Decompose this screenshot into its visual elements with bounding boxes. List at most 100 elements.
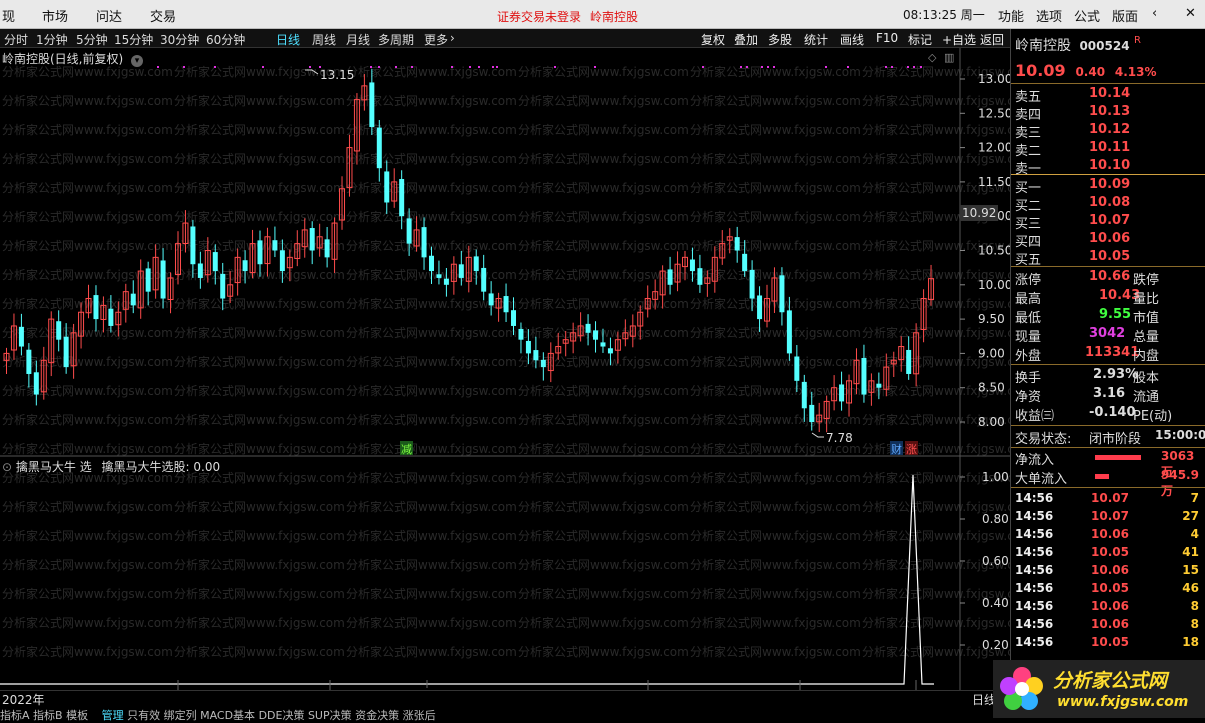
signal-dot xyxy=(773,66,775,68)
bid-row[interactable]: 买四 10.06 xyxy=(1015,231,1201,250)
ask-row[interactable]: 卖一 10.10 xyxy=(1015,158,1201,177)
period-60min[interactable]: 60分钟 xyxy=(206,31,245,48)
candle-body xyxy=(525,340,531,354)
bid-row[interactable]: 买五 10.05 xyxy=(1015,249,1201,268)
bid-row[interactable]: 买三 10.07 xyxy=(1015,213,1201,232)
stat-label: 涨停 xyxy=(1015,273,1042,288)
stat-label2: 量比 xyxy=(1133,292,1160,307)
tab-manage[interactable]: 管理 xyxy=(102,709,124,722)
signal-dot xyxy=(492,66,494,68)
stat-row[interactable]: 最低 9.55 市值 xyxy=(1015,307,1201,326)
chevron-right-icon[interactable]: › xyxy=(450,31,455,45)
tick-row: 14:56 10.06 8 xyxy=(1015,617,1201,635)
tick-p: 10.07 xyxy=(1091,491,1129,505)
ask-row[interactable]: 卖三 10.12 xyxy=(1015,122,1201,141)
bid-value: 10.09 xyxy=(1089,177,1131,192)
indicator-title[interactable]: 擒黑马大牛 选 xyxy=(16,460,92,474)
kline-chart[interactable]: 分析家公式网www.fxjgsw.com 分析家公式网www.fxjgsw.com… xyxy=(0,48,1010,690)
watermark-text: 分析家公式网www.fxjgsw.com xyxy=(690,644,861,659)
candle-body xyxy=(406,218,412,244)
menu-item-xian[interactable]: 现 xyxy=(2,6,15,25)
tab-template[interactable]: 模板 xyxy=(66,709,88,722)
menu-item-market[interactable]: 市场 xyxy=(42,6,68,25)
menu-layout[interactable]: 版面 xyxy=(1112,6,1138,25)
candle-body xyxy=(786,310,792,354)
indicator-tick: 1.00 xyxy=(982,470,1009,484)
tab-indicator-b[interactable]: 指标B xyxy=(33,709,63,722)
menu-item-wenda[interactable]: 问达 xyxy=(96,6,122,25)
watermark-text: 分析家公式网www.fxjgsw.com xyxy=(518,122,689,137)
tool-draw[interactable]: 画线 xyxy=(840,31,864,48)
logo-url: www.fxjgsw.com xyxy=(1057,694,1189,710)
stat-row[interactable]: 外盘 113341 内盘 xyxy=(1015,345,1201,364)
diamond-icon[interactable]: ◇ xyxy=(928,51,936,64)
tick-p: 10.05 xyxy=(1091,581,1129,595)
tick-row: 14:56 10.06 4 xyxy=(1015,527,1201,545)
menu-function[interactable]: 功能 xyxy=(998,6,1024,25)
period-fenshi[interactable]: 分时 xyxy=(4,31,28,48)
menu-item-trade[interactable]: 交易 xyxy=(150,6,176,25)
candle-body xyxy=(428,255,434,272)
tool-add-favorite[interactable]: +自选 xyxy=(942,31,976,48)
candle-body xyxy=(26,349,32,374)
tick-p: 10.06 xyxy=(1091,563,1129,577)
bid-row[interactable]: 买一 10.09 xyxy=(1015,177,1201,196)
stat-row[interactable]: 现量 3042 总量 xyxy=(1015,326,1201,345)
badge-jian: 减 xyxy=(401,443,412,456)
period-1min[interactable]: 1分钟 xyxy=(36,31,68,48)
ask-label: 卖二 xyxy=(1015,144,1042,159)
stat-row[interactable]: 涨停 10.66 跌停 xyxy=(1015,269,1201,288)
candle-body xyxy=(533,350,539,361)
tool-fuquan[interactable]: 复权 xyxy=(701,31,725,48)
tab-macd[interactable]: MACD基本 xyxy=(200,709,255,722)
watermark-text: 分析家公式网www.fxjgsw.com xyxy=(690,586,861,601)
menu-options[interactable]: 选项 xyxy=(1036,6,1062,25)
quote-price-row: 10.09 0.40 4.13% xyxy=(1015,61,1157,80)
stat2-row[interactable]: 换手 2.93% 股本 xyxy=(1015,367,1201,386)
tool-f10[interactable]: F10 xyxy=(876,31,898,45)
tab-valid-only[interactable]: 只有效 xyxy=(127,709,160,722)
tool-return[interactable]: 返回 xyxy=(980,31,1004,48)
period-monthly[interactable]: 月线 xyxy=(346,31,370,48)
net-inflow-bar xyxy=(1095,455,1141,460)
panel-icon[interactable]: ▥ xyxy=(944,51,954,64)
tool-overlay[interactable]: 叠加 xyxy=(734,31,758,48)
stat2-row[interactable]: 收益㈢ -0.140 PE(动) xyxy=(1015,405,1201,424)
price-tick: 12.50 xyxy=(978,106,1010,120)
tab-after-rise[interactable]: 涨张后 xyxy=(403,709,436,722)
ask-row[interactable]: 卖四 10.13 xyxy=(1015,104,1201,123)
stat2-row[interactable]: 净资 3.16 流通 xyxy=(1015,386,1201,405)
candle-body xyxy=(376,127,382,169)
ask-row[interactable]: 卖五 10.14 xyxy=(1015,86,1201,105)
collapse-icon[interactable]: ⊙ xyxy=(2,460,12,474)
bid-row[interactable]: 买二 10.08 xyxy=(1015,195,1201,214)
period-15min[interactable]: 15分钟 xyxy=(114,31,153,48)
tool-multi-stock[interactable]: 多股 xyxy=(768,31,792,48)
back-arrow-icon[interactable]: ‹ xyxy=(1152,6,1157,21)
period-weekly[interactable]: 周线 xyxy=(312,31,336,48)
chevron-down-icon[interactable]: ▾ xyxy=(131,55,144,67)
tick-t: 14:56 xyxy=(1015,563,1054,577)
tab-dde[interactable]: DDE决策 xyxy=(259,709,305,722)
period-daily[interactable]: 日线 xyxy=(276,31,300,48)
close-icon[interactable]: ✕ xyxy=(1185,6,1196,21)
period-more[interactable]: 更多 xyxy=(424,31,448,48)
period-multi[interactable]: 多周期 xyxy=(378,31,414,48)
login-warning[interactable]: 证券交易未登录 xyxy=(497,8,581,25)
tool-mark[interactable]: 标记 xyxy=(908,31,932,48)
price-tick: 12.00 xyxy=(978,141,1010,155)
menu-formula[interactable]: 公式 xyxy=(1074,6,1100,25)
tab-fund[interactable]: 资金决策 xyxy=(355,709,399,722)
period-30min[interactable]: 30分钟 xyxy=(160,31,199,48)
tab-bind-col[interactable]: 绑定列 xyxy=(164,709,197,722)
stat-row[interactable]: 最高 10.43 量比 xyxy=(1015,288,1201,307)
watermark-text: 分析家公式网www.fxjgsw.com xyxy=(174,557,345,572)
watermark-text: 分析家公式网www.fxjgsw.com xyxy=(690,122,861,137)
ask-row[interactable]: 卖二 10.11 xyxy=(1015,140,1201,159)
tab-sup[interactable]: SUP决策 xyxy=(308,709,352,722)
period-5min[interactable]: 5分钟 xyxy=(76,31,108,48)
candle-body xyxy=(861,357,867,395)
watermark-text: 分析家公式网www.fxjgsw.com xyxy=(174,412,345,427)
tab-indicator-a[interactable]: 指标A xyxy=(0,709,30,722)
tool-stats[interactable]: 统计 xyxy=(804,31,828,48)
